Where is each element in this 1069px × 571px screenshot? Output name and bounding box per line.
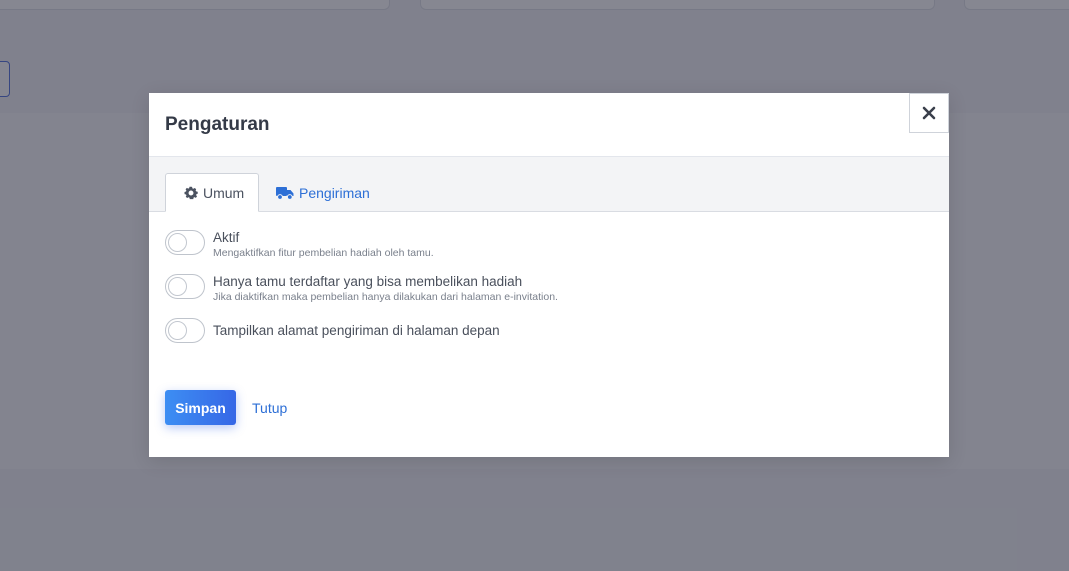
setting-description: Jika diaktifkan maka pembelian hanya dil… [213,291,558,303]
modal-title: Pengaturan [165,113,270,135]
truck-icon [276,186,294,200]
toggle-aktif[interactable] [165,230,205,255]
tab-bar: Umum Pengiriman [149,157,949,212]
tab-label: Pengiriman [299,184,370,201]
save-button[interactable]: Simpan [165,390,236,425]
toggle-knob [168,233,187,252]
toggle-knob [168,277,187,296]
setting-label: Aktif [213,230,240,245]
toggle-registered-only[interactable] [165,274,205,299]
tab-content-umum: Aktif Mengaktifkan fitur pembelian hadia… [149,212,949,343]
setting-registered-only: Hanya tamu terdaftar yang bisa membelika… [165,274,933,304]
close-link[interactable]: Tutup [252,400,287,416]
setting-label: Tampilkan alamat pengiriman di halaman d… [213,323,500,338]
toggle-knob [168,321,187,340]
settings-modal: Pengaturan Umum Pengiriman Aktif Mengakt… [149,93,949,457]
close-icon [922,106,936,120]
modal-footer: Simpan Tutup [165,390,287,425]
setting-show-address: Tampilkan alamat pengiriman di halaman d… [165,318,933,343]
modal-header: Pengaturan [149,93,949,157]
setting-label: Hanya tamu terdaftar yang bisa membelika… [213,274,523,289]
setting-description: Mengaktifkan fitur pembelian hadiah oleh… [213,247,434,259]
tab-umum[interactable]: Umum [165,173,259,212]
toggle-show-address[interactable] [165,318,205,343]
setting-aktif: Aktif Mengaktifkan fitur pembelian hadia… [165,230,933,260]
close-button[interactable] [909,93,949,133]
tab-pengiriman[interactable]: Pengiriman [276,173,370,212]
gear-icon [184,186,198,200]
tab-label: Umum [203,184,245,201]
